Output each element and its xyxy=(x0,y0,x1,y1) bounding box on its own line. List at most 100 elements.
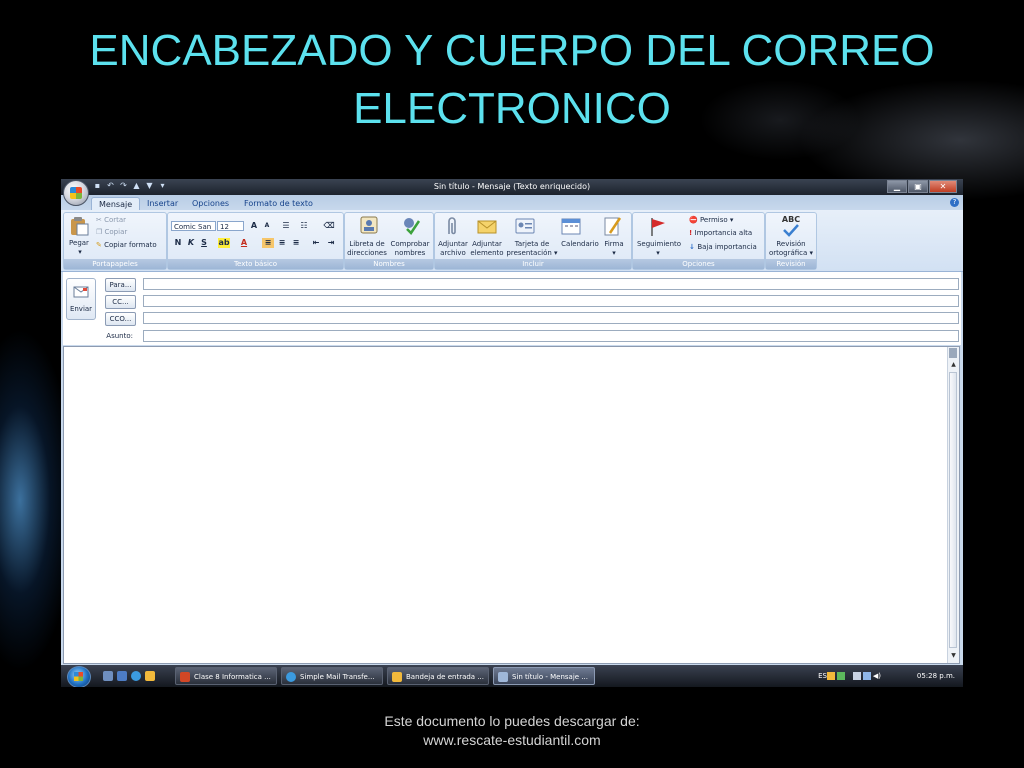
font-color-icon[interactable]: A xyxy=(238,238,250,248)
baja-importancia-button[interactable]: ↓ Baja importancia xyxy=(689,243,757,252)
subject-field[interactable] xyxy=(143,330,959,342)
undo-icon[interactable]: ↶ xyxy=(106,181,115,191)
group-label-revision: Revisión xyxy=(766,259,816,269)
increase-indent-icon[interactable]: ⇥ xyxy=(325,238,337,248)
copy-icon: ❐ xyxy=(96,228,105,236)
footer-line-2: www.rescate-estudiantil.com xyxy=(423,732,601,748)
cc-button[interactable]: CC... xyxy=(105,295,136,309)
tab-opciones[interactable]: Opciones xyxy=(185,197,236,210)
outlook-icon[interactable] xyxy=(145,671,155,681)
calendario-button[interactable]: Calendario xyxy=(559,240,601,249)
clear-formatting-icon[interactable]: ⌫ xyxy=(323,221,335,231)
window-title: Sin título - Mensaje (Texto enriquecido) xyxy=(433,182,591,191)
signature-icon[interactable] xyxy=(604,215,622,237)
taskbar-item-clase8[interactable]: Clase 8 Informatica ... xyxy=(175,667,277,685)
comprobar-nombres-button[interactable]: Comprobar nombres xyxy=(389,240,431,258)
clock[interactable]: 05:28 p.m. xyxy=(917,665,955,687)
paste-icon[interactable] xyxy=(69,216,89,236)
office-button[interactable] xyxy=(63,180,89,206)
revision-ortografica-button[interactable]: Revisión ortográfica ▾ xyxy=(766,240,816,258)
group-label-texto-basico: Texto básico xyxy=(168,259,343,269)
internet-explorer-icon[interactable] xyxy=(131,671,141,681)
italic-button[interactable]: K xyxy=(185,238,197,248)
bold-button[interactable]: N xyxy=(172,238,184,248)
format-painter-icon: ✎ xyxy=(96,241,105,249)
tray-device-icon[interactable] xyxy=(852,672,861,680)
cortar-button[interactable]: ✂ Cortar xyxy=(96,216,126,225)
tray-monitor-icon[interactable] xyxy=(862,672,871,680)
tarjeta-label-2: presentación ▾ xyxy=(506,249,558,257)
tab-mensaje[interactable]: Mensaje xyxy=(91,197,141,211)
numbering-icon[interactable]: ☷ xyxy=(298,221,310,231)
align-left-icon[interactable]: ≡ xyxy=(262,238,274,248)
firma-dropdown-icon[interactable]: ▾ xyxy=(605,249,623,258)
pegar-button[interactable]: Pegar xyxy=(66,239,92,248)
down-arrow-icon[interactable]: ▼ xyxy=(145,181,154,191)
to-button[interactable]: Para... xyxy=(105,278,136,292)
calendar-icon[interactable] xyxy=(561,217,581,235)
address-book-icon[interactable] xyxy=(359,215,379,235)
tray-network-icon[interactable] xyxy=(836,672,845,680)
message-body-editor[interactable]: ▲ ▼ xyxy=(63,346,960,664)
group-label-portapapeles: Portapapeles xyxy=(64,259,166,269)
permiso-button[interactable]: ⛔ Permiso ▾ xyxy=(689,216,733,225)
tab-formato-de-texto[interactable]: Formato de texto xyxy=(237,197,320,210)
vertical-scrollbar[interactable]: ▲ ▼ xyxy=(947,347,959,663)
bcc-field[interactable] xyxy=(143,312,959,324)
group-revision: ABC Revisión ortográfica ▾ Revisión xyxy=(765,212,817,270)
group-opciones: Seguimiento ▾ ⛔ Permiso ▾ ! Importancia … xyxy=(632,212,765,270)
to-field[interactable] xyxy=(143,278,959,290)
close-button[interactable]: ✕ xyxy=(929,180,957,193)
maximize-button[interactable]: ▣ xyxy=(908,180,928,193)
font-name-select[interactable]: Comic San xyxy=(171,221,216,231)
save-icon[interactable]: ▪ xyxy=(93,181,102,191)
importancia-alta-button[interactable]: ! Importancia alta xyxy=(689,229,752,238)
up-arrow-icon[interactable]: ▲ xyxy=(132,181,141,191)
help-icon[interactable]: ? xyxy=(950,198,959,207)
pegar-dropdown-icon[interactable]: ▾ xyxy=(75,248,85,257)
taskbar-item-bandeja[interactable]: Bandeja de entrada ... xyxy=(387,667,489,685)
seguimiento-button[interactable]: Seguimiento xyxy=(635,240,683,249)
window-switcher-icon[interactable] xyxy=(117,671,127,681)
follow-up-flag-icon[interactable] xyxy=(648,216,668,238)
copiar-formato-button[interactable]: ✎ Copiar formato xyxy=(96,241,157,250)
grow-font-icon[interactable]: A xyxy=(248,221,260,231)
libreta-direcciones-button[interactable]: Libreta de direcciones xyxy=(347,240,387,258)
bcc-button[interactable]: CCO... xyxy=(105,312,136,326)
volume-icon[interactable]: ◀) xyxy=(873,672,881,680)
copiar-button[interactable]: ❐ Copiar xyxy=(96,228,127,237)
check-names-icon[interactable] xyxy=(401,215,421,235)
taskbar-item-sin-titulo[interactable]: Sin título - Mensaje ... xyxy=(493,667,595,685)
highlight-icon[interactable]: ab xyxy=(218,238,230,248)
ruler-toggle-icon[interactable] xyxy=(949,348,957,358)
business-card-icon[interactable] xyxy=(515,217,535,235)
cc-field[interactable] xyxy=(143,295,959,307)
decrease-indent-icon[interactable]: ⇤ xyxy=(310,238,322,248)
customize-icon[interactable]: ▾ xyxy=(158,181,167,191)
paperclip-icon[interactable] xyxy=(445,216,459,238)
scroll-thumb[interactable] xyxy=(949,372,957,648)
scroll-up-icon[interactable]: ▲ xyxy=(948,360,959,370)
tab-insertar[interactable]: Insertar xyxy=(140,197,185,210)
tarjeta-presentacion-button[interactable]: Tarjeta de presentación ▾ xyxy=(505,240,559,258)
start-button[interactable] xyxy=(67,666,91,687)
scroll-down-icon[interactable]: ▼ xyxy=(948,651,959,661)
align-center-icon[interactable]: ≡ xyxy=(276,238,288,248)
tray-app-icon[interactable] xyxy=(826,672,835,680)
taskbar-item-smtp[interactable]: Simple Mail Transfe... xyxy=(281,667,383,685)
adjuntar-archivo-button[interactable]: Adjuntar archivo xyxy=(437,240,469,258)
align-right-icon[interactable]: ≡ xyxy=(290,238,302,248)
redo-icon[interactable]: ↷ xyxy=(119,181,128,191)
envelope-icon[interactable] xyxy=(477,217,497,235)
underline-button[interactable]: S xyxy=(198,238,210,248)
font-size-select[interactable]: 12 xyxy=(217,221,244,231)
show-desktop-icon[interactable] xyxy=(103,671,113,681)
firma-button[interactable]: Firma xyxy=(601,240,627,249)
minimize-button[interactable]: ▁ xyxy=(887,180,907,193)
seguimiento-dropdown-icon[interactable]: ▾ xyxy=(650,249,666,258)
send-button[interactable]: Enviar xyxy=(66,278,96,320)
bullets-icon[interactable]: ☰ xyxy=(280,221,292,231)
language-indicator[interactable]: ES xyxy=(818,665,827,687)
shrink-font-icon[interactable]: A xyxy=(261,221,273,231)
adjuntar-elemento-button[interactable]: Adjuntar elemento xyxy=(470,240,504,258)
